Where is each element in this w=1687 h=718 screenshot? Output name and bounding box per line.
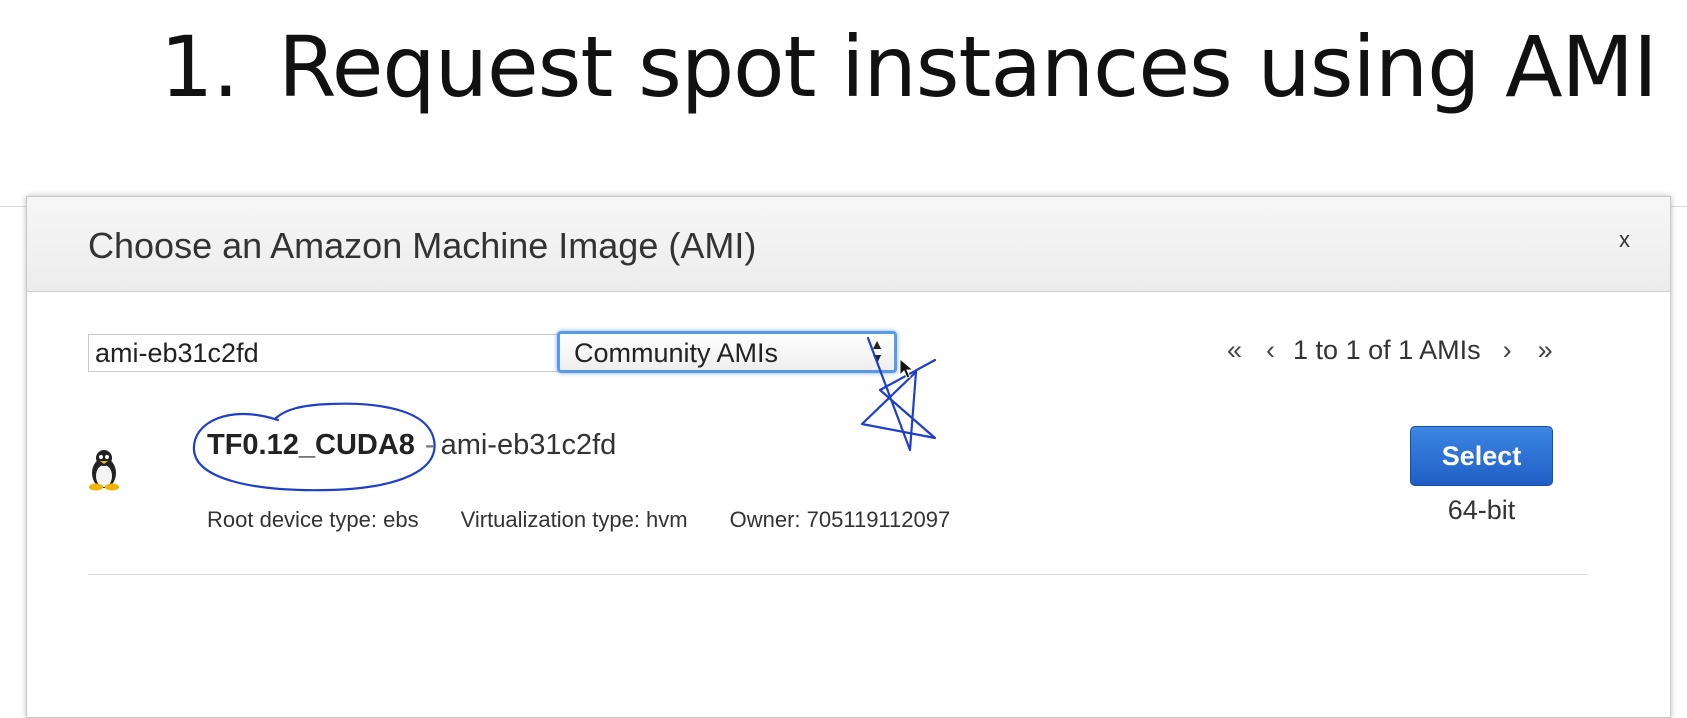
ami-id: ami-eb31c2fd <box>440 429 617 461</box>
architecture-label: 64-bit <box>1447 495 1516 525</box>
ami-metadata: Root device type: ebs Virtualization type… <box>207 507 992 533</box>
select-arrows-icon: ▲ ▼ <box>870 336 884 366</box>
ami-owner: Owner: 705119112097 <box>729 507 951 532</box>
ami-search-input[interactable] <box>88 334 574 372</box>
ami-name-separator: - <box>424 429 435 461</box>
slide-title-text: Request spot instances using AMI <box>278 18 1658 116</box>
prev-page-button[interactable]: ‹ <box>1266 335 1275 366</box>
select-ami-button[interactable]: Select <box>1410 426 1553 486</box>
page-range-text: 1 to 1 of 1 AMIs <box>1293 335 1481 365</box>
dialog-title: Choose an Amazon Machine Image (AMI) <box>88 225 757 266</box>
next-page-button[interactable]: › <box>1503 335 1512 366</box>
last-page-button[interactable]: » <box>1538 335 1553 366</box>
virtualization-type: Virtualization type: hvm <box>460 507 688 532</box>
mouse-pointer-icon <box>899 358 915 379</box>
first-page-button[interactable]: « <box>1227 335 1242 366</box>
close-button[interactable]: x <box>1619 227 1630 253</box>
slide-title: 1. Request spot instances using AMI <box>160 18 1658 116</box>
dialog-header: Choose an Amazon Machine Image (AMI) x <box>27 197 1670 292</box>
ami-chooser-dialog: Choose an Amazon Machine Image (AMI) x C… <box>26 196 1671 718</box>
linux-penguin-icon <box>89 450 119 491</box>
root-device-type: Root device type: ebs <box>207 507 419 532</box>
result-row-divider <box>88 574 1588 575</box>
ami-name: TF0.12_CUDA8 <box>207 429 415 461</box>
pagination: « ‹ 1 to 1 of 1 AMIs › » <box>1227 335 1553 366</box>
ami-source-select[interactable]: Community AMIs ▲ ▼ <box>557 331 897 373</box>
ami-result-title: TF0.12_CUDA8- ami-eb31c2fd <box>207 429 616 462</box>
ami-source-selected: Community AMIs <box>574 338 779 368</box>
slide-title-number: 1. <box>160 18 239 116</box>
